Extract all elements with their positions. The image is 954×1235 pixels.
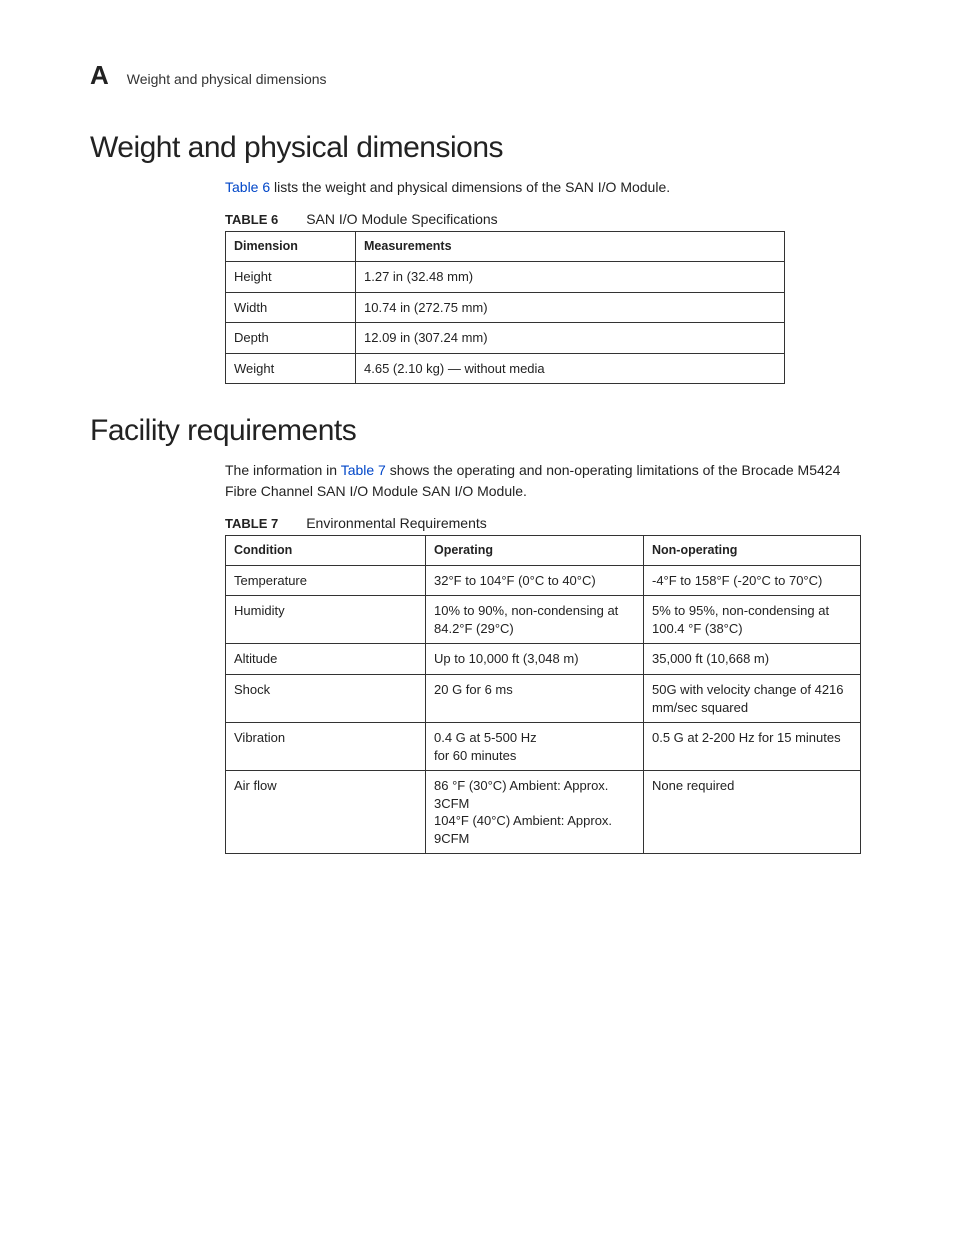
cell: 20 G for 6 ms bbox=[426, 675, 644, 723]
cell: Air flow bbox=[226, 771, 426, 854]
cell: 86 °F (30°C) Ambient: Approx. 3CFM104°F … bbox=[426, 771, 644, 854]
running-header: A Weight and physical dimensions bbox=[90, 60, 864, 91]
table7-title: Environmental Requirements bbox=[306, 515, 487, 531]
table-row: Height 1.27 in (32.48 mm) bbox=[226, 262, 785, 293]
table-row: Air flow 86 °F (30°C) Ambient: Approx. 3… bbox=[226, 771, 861, 854]
cell: Weight bbox=[226, 353, 356, 384]
table6-title: SAN I/O Module Specifications bbox=[306, 211, 497, 227]
table7-caption: TABLE 7 Environmental Requirements bbox=[225, 515, 864, 531]
cell: None required bbox=[644, 771, 861, 854]
cell: Depth bbox=[226, 323, 356, 354]
cell: 32°F to 104°F (0°C to 40°C) bbox=[426, 565, 644, 596]
link-table6[interactable]: Table 6 bbox=[225, 179, 270, 195]
cell: Height bbox=[226, 262, 356, 293]
th-dimension: Dimension bbox=[226, 232, 356, 262]
table-row: Width 10.74 in (272.75 mm) bbox=[226, 292, 785, 323]
cell: 12.09 in (307.24 mm) bbox=[356, 323, 785, 354]
table7: Condition Operating Non-operating Temper… bbox=[225, 535, 861, 854]
cell: 5% to 95%, non-condensing at 100.4 °F (3… bbox=[644, 596, 861, 644]
cell: Humidity bbox=[226, 596, 426, 644]
table-row: Weight 4.65 (2.10 kg) — without media bbox=[226, 353, 785, 384]
th-condition: Condition bbox=[226, 535, 426, 565]
table6: Dimension Measurements Height 1.27 in (3… bbox=[225, 231, 785, 384]
cell: 0.4 G at 5-500 Hzfor 60 minutes bbox=[426, 723, 644, 771]
intro-facility: The information in Table 7 shows the ope… bbox=[225, 460, 864, 501]
heading-weight: Weight and physical dimensions bbox=[90, 131, 864, 165]
table-header-row: Dimension Measurements bbox=[226, 232, 785, 262]
table-row: Humidity 10% to 90%, non-condensing at 8… bbox=[226, 596, 861, 644]
intro-weight-text: lists the weight and physical dimensions… bbox=[270, 179, 670, 195]
cell: -4°F to 158°F (-20°C to 70°C) bbox=[644, 565, 861, 596]
cell: 35,000 ft (10,668 m) bbox=[644, 644, 861, 675]
intro-weight: Table 6 lists the weight and physical di… bbox=[225, 177, 864, 197]
table6-label: TABLE 6 bbox=[225, 212, 278, 227]
th-measurements: Measurements bbox=[356, 232, 785, 262]
cell: Width bbox=[226, 292, 356, 323]
appendix-letter: A bbox=[90, 60, 109, 91]
table-header-row: Condition Operating Non-operating bbox=[226, 535, 861, 565]
table-row: Depth 12.09 in (307.24 mm) bbox=[226, 323, 785, 354]
cell: Temperature bbox=[226, 565, 426, 596]
running-title: Weight and physical dimensions bbox=[127, 71, 327, 87]
table6-caption: TABLE 6 SAN I/O Module Specifications bbox=[225, 211, 864, 227]
cell: Shock bbox=[226, 675, 426, 723]
cell: 10% to 90%, non-condensing at 84.2°F (29… bbox=[426, 596, 644, 644]
cell: 0.5 G at 2-200 Hz for 15 minutes bbox=[644, 723, 861, 771]
cell: Up to 10,000 ft (3,048 m) bbox=[426, 644, 644, 675]
cell: 1.27 in (32.48 mm) bbox=[356, 262, 785, 293]
cell: 50G with velocity change of 4216 mm/sec … bbox=[644, 675, 861, 723]
table-row: Vibration 0.4 G at 5-500 Hzfor 60 minute… bbox=[226, 723, 861, 771]
table-row: Temperature 32°F to 104°F (0°C to 40°C) … bbox=[226, 565, 861, 596]
table7-label: TABLE 7 bbox=[225, 516, 278, 531]
table-row: Shock 20 G for 6 ms 50G with velocity ch… bbox=[226, 675, 861, 723]
cell: 4.65 (2.10 kg) — without media bbox=[356, 353, 785, 384]
heading-facility: Facility requirements bbox=[90, 414, 864, 448]
th-operating: Operating bbox=[426, 535, 644, 565]
cell: Altitude bbox=[226, 644, 426, 675]
link-table7[interactable]: Table 7 bbox=[341, 462, 386, 478]
intro-facility-pre: The information in bbox=[225, 462, 341, 478]
th-nonoperating: Non-operating bbox=[644, 535, 861, 565]
cell: 10.74 in (272.75 mm) bbox=[356, 292, 785, 323]
table-row: Altitude Up to 10,000 ft (3,048 m) 35,00… bbox=[226, 644, 861, 675]
cell: Vibration bbox=[226, 723, 426, 771]
